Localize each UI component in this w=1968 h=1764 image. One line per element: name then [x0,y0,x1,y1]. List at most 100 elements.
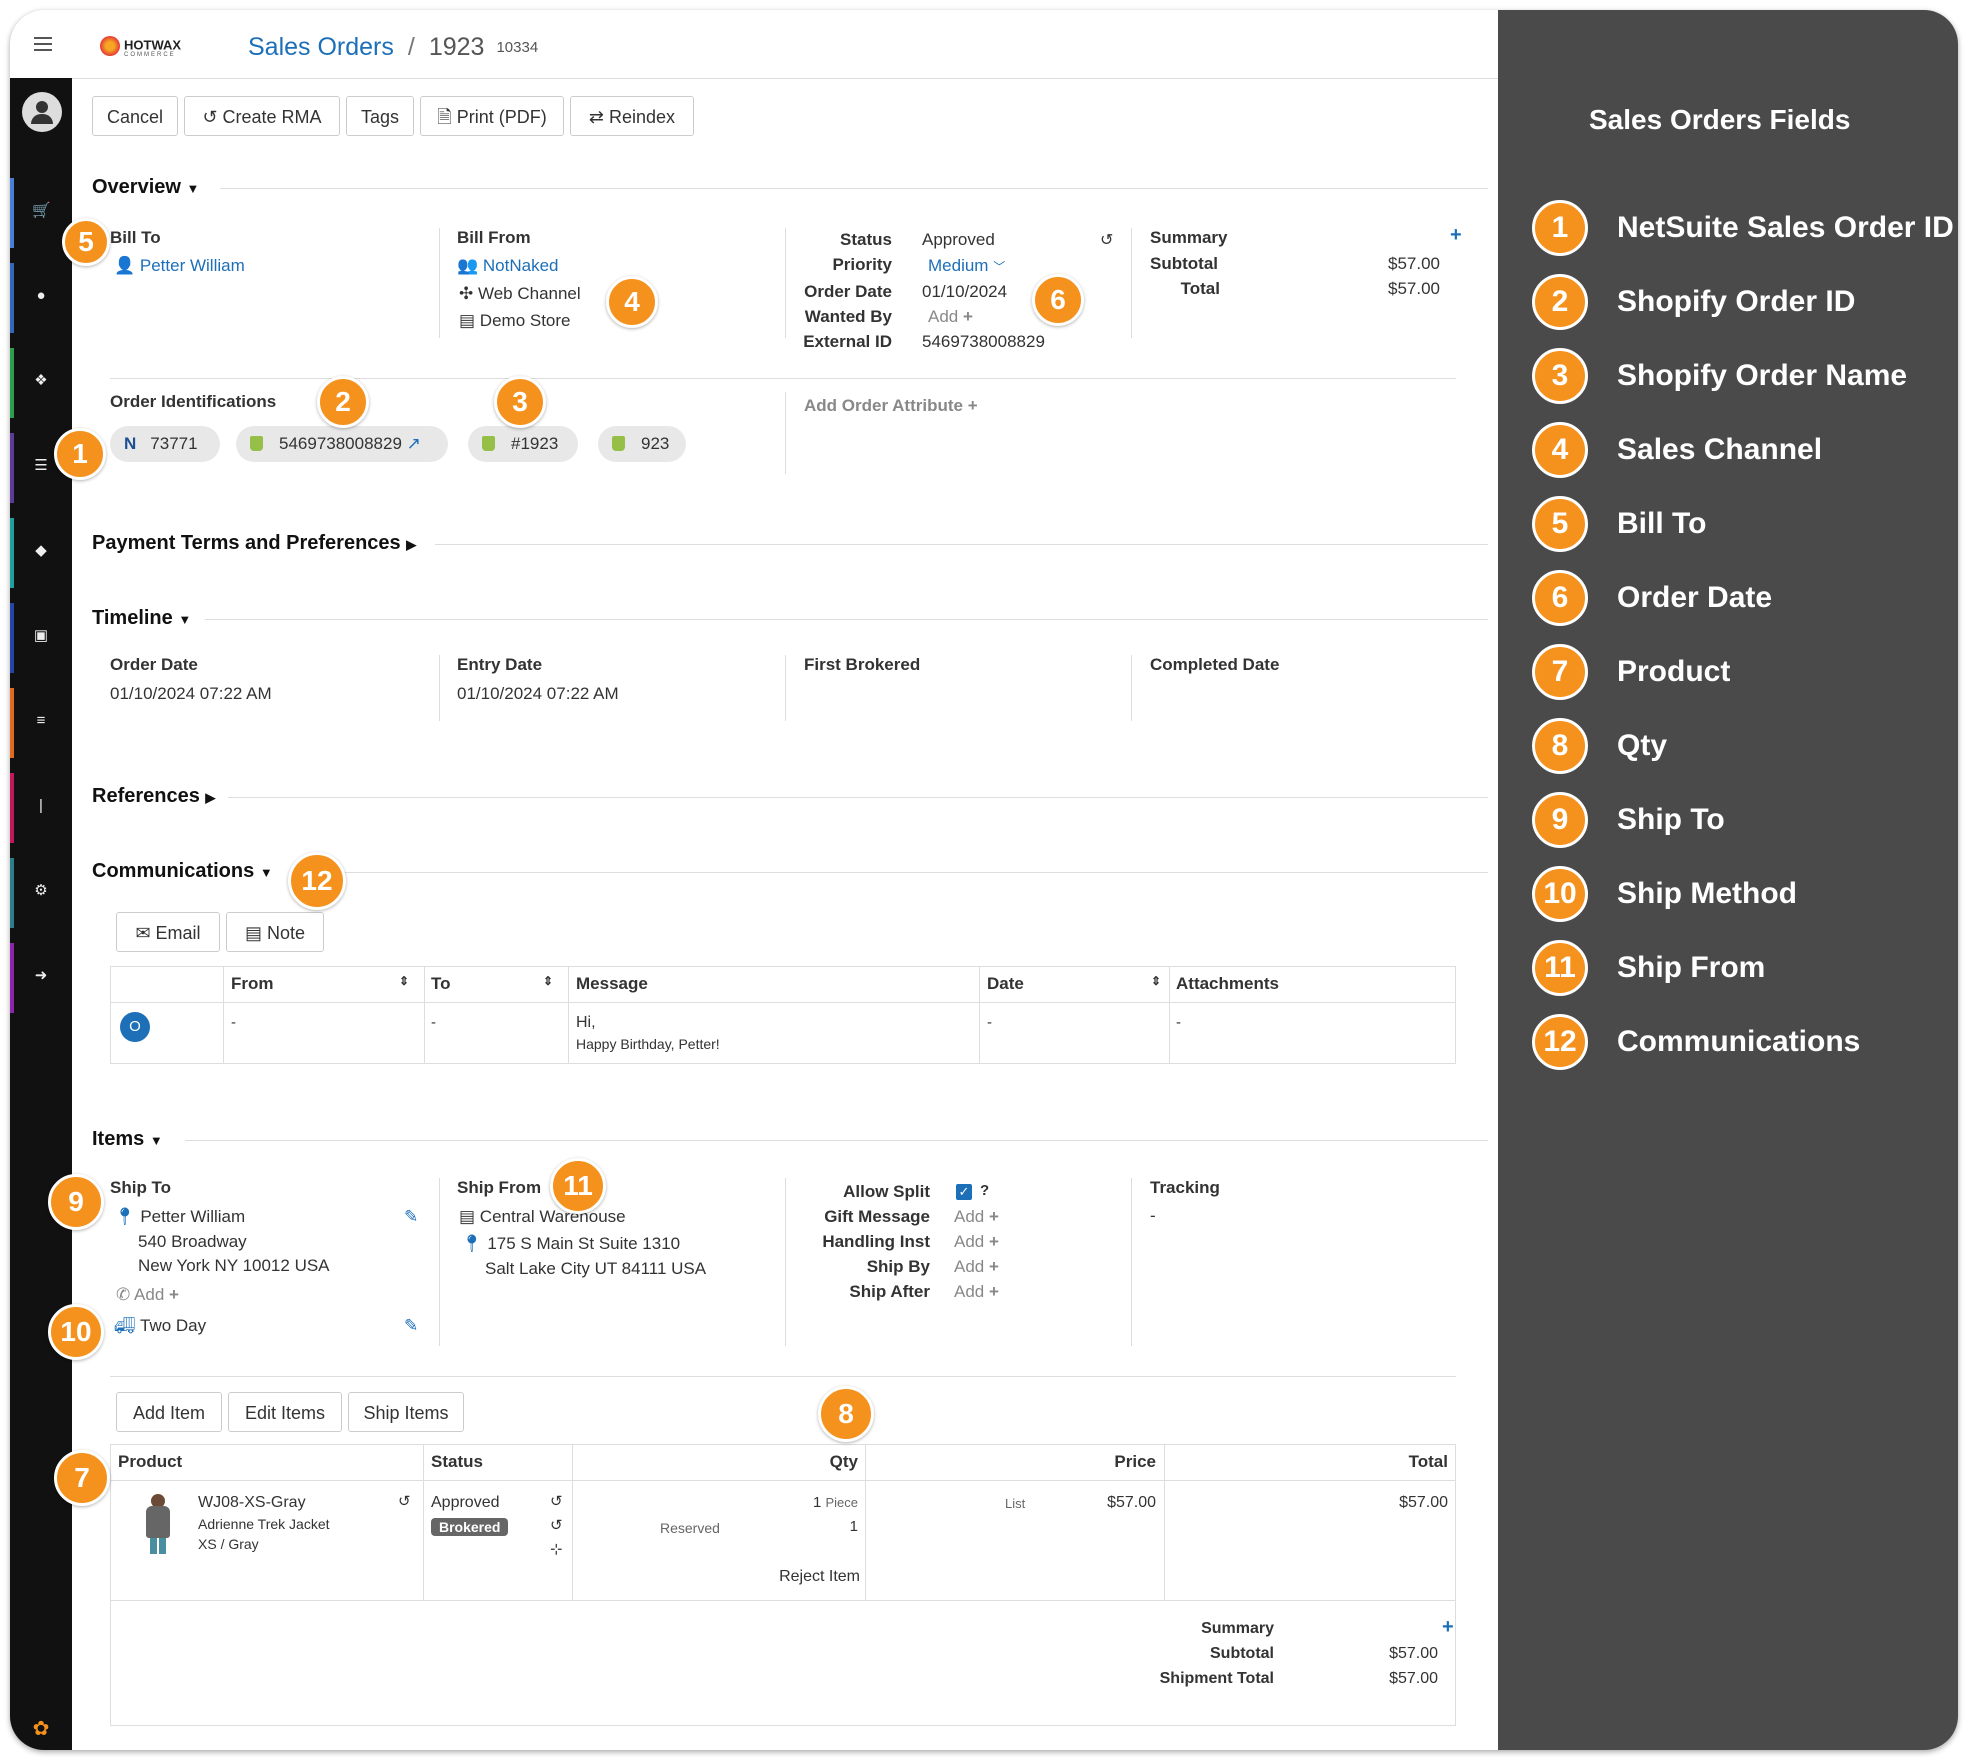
ship-items-button[interactable]: Ship Items [348,1392,464,1432]
breadcrumb-sales-orders[interactable]: Sales Orders [248,33,394,61]
top-bar: HOTWAX COMMERCE Sales Orders/1923 10334 [10,10,1498,79]
list-icon[interactable]: ☰ [32,457,50,475]
items-section-title[interactable]: Items ▼ [92,1128,163,1151]
payment-terms-section-title[interactable]: Payment Terms and Preferences ▶ [92,532,416,555]
logo: HOTWAX COMMERCE [100,36,181,58]
wanted-by-label: Wanted By [804,307,892,326]
ship-to-address-2: New York NY 10012 USA [138,1256,330,1275]
chevron-down-icon: ﹀ [993,260,1006,274]
plus-icon: + [988,1207,999,1226]
tags-button[interactable]: Tags [346,96,414,136]
gear-icon[interactable]: ⚙ [32,882,50,900]
edit-items-button[interactable]: Edit Items [228,1392,342,1432]
reindex-icon: ⇄ [588,107,610,127]
product-variant: XS / Gray [198,1536,259,1552]
shopify-order-name-pill[interactable]: #1923 [468,426,578,462]
menu-icon[interactable] [34,37,52,53]
overview-section-title[interactable]: Overview ▼ [92,176,199,199]
ship-from-facility: ▤ Central Warehouse [459,1207,626,1226]
ship-to-phone-add[interactable]: ✆ Add + [116,1285,179,1305]
items-add-adjustment-icon[interactable]: + [1442,1616,1454,1639]
annotation-badge-4: 4 [606,276,658,328]
col-to[interactable]: To ⇕ [431,974,553,994]
cancel-button[interactable]: Cancel [92,96,178,136]
annotation-badge-9: 9 [48,1174,104,1230]
status-history-icon[interactable]: ↺ [550,1492,563,1510]
handling-inst-add[interactable]: Add + [954,1232,999,1252]
reindex-button[interactable]: ⇄ Reindex [570,96,694,136]
references-section-title[interactable]: References ▶ [92,785,215,808]
shopify-icon [612,436,625,451]
item-price: $57.00 [1107,1494,1156,1511]
add-item-button[interactable]: Add Item [116,1392,222,1432]
truck-icon: 🚚︎ [114,1316,140,1335]
edit-ship-method-icon[interactable]: ✎ [404,1316,418,1336]
left-sidebar: 🛒 ● ❖ ☰ ◆ ▣ ≡ | ⚙ ➜ ✿ [10,78,72,1750]
order-date-label: Order Date [804,282,892,301]
netsuite-id-pill[interactable]: N 73771 [110,426,220,462]
map-marker-icon: 📍︎ [461,1234,488,1253]
bill-from-company[interactable]: 👥 NotNaked [457,256,559,276]
timeline-completed-date-label: Completed Date [1150,655,1280,674]
bar-icon[interactable]: | [32,797,50,815]
money-icon[interactable]: ▣ [32,627,50,645]
add-order-attribute[interactable]: Add Order Attribute + [804,396,978,416]
ship-after-add[interactable]: Add + [954,1282,999,1302]
col-total: Total [1408,1452,1448,1471]
ship-by-add[interactable]: Add + [954,1257,999,1277]
add-adjustment-plus-icon[interactable]: + [1450,224,1462,247]
user-icon: 👤 [114,256,140,275]
database-icon[interactable]: ≡ [32,712,50,730]
timeline-first-brokered-label: First Brokered [804,655,921,674]
col-product: Product [118,1452,183,1471]
email-button[interactable]: ✉ Email [116,912,220,952]
col-date[interactable]: Date ⇕ [987,974,1161,994]
item-qty: 1 Piece [812,1494,858,1511]
annotation-badge-12: 12 [288,852,346,910]
sitemap-icon[interactable]: ⊹ [550,1540,563,1558]
ship-to-name: 📍︎ Petter William [114,1207,246,1226]
bill-to-label: Bill To [110,228,161,247]
wanted-by-add[interactable]: Add + [928,307,973,327]
shopify-order-id-pill[interactable]: 5469738008829 ↗ [236,426,448,462]
reject-item-link[interactable]: Reject Item [770,1568,860,1586]
users-icon[interactable]: ● [32,287,50,305]
logo-text: HOTWAX [124,37,182,53]
undo-icon: ↺ [202,107,223,127]
dropbox-icon[interactable]: ◆ [32,542,50,560]
user-avatar-icon[interactable] [22,92,62,132]
shopify-icon [482,436,495,451]
allow-split-checkbox[interactable]: ✓ [956,1184,972,1200]
col-from[interactable]: From ⇕ [231,974,409,994]
cart-icon[interactable]: 🛒 [32,202,51,220]
annotation-badge-2: 2 [317,376,369,428]
users-icon: 👥 [457,256,483,275]
logout-icon[interactable]: ➜ [32,967,50,985]
col-message: Message [576,974,648,993]
timeline-section-title[interactable]: Timeline ▼ [92,607,191,630]
tracking-value: - [1150,1206,1156,1225]
hotwax-flower-icon: ✿ [32,1718,50,1740]
bill-to-customer[interactable]: 👤 Petter William [114,256,245,276]
product-sku-link[interactable]: WJ08-XS-Gray [198,1494,306,1512]
cubes-icon[interactable]: ❖ [32,372,50,390]
gift-message-add[interactable]: Add + [954,1207,999,1227]
help-icon[interactable]: ? [980,1182,989,1199]
breadcrumb: Sales Orders/1923 10334 [248,33,539,61]
rebroker-icon[interactable]: ↺ [550,1516,563,1534]
create-rma-button[interactable]: ↺ Create RMA [184,96,340,136]
total-value: $57.00 [1388,279,1440,298]
shopify-order-number-pill[interactable]: 923 [598,426,686,462]
print-pdf-button[interactable]: 🗎 Print (PDF) [420,96,564,136]
app-window: HOTWAX COMMERCE Sales Orders/1923 10334 🛒 … [10,10,1498,1750]
note-button[interactable]: ▤ Note [226,912,324,952]
priority-dropdown[interactable]: Medium ﹀ [928,256,1005,276]
annotation-badge-7: 7 [54,1450,110,1506]
history-icon[interactable]: ↺ [1100,230,1113,250]
annotation-badge-5: 5 [62,218,110,266]
edit-ship-to-icon[interactable]: ✎ [404,1207,418,1227]
logo-subtext: COMMERCE [124,52,176,58]
communications-section-title[interactable]: Communications ▼ [92,860,273,883]
product-history-icon[interactable]: ↺ [398,1492,411,1510]
product-image[interactable] [142,1494,176,1554]
